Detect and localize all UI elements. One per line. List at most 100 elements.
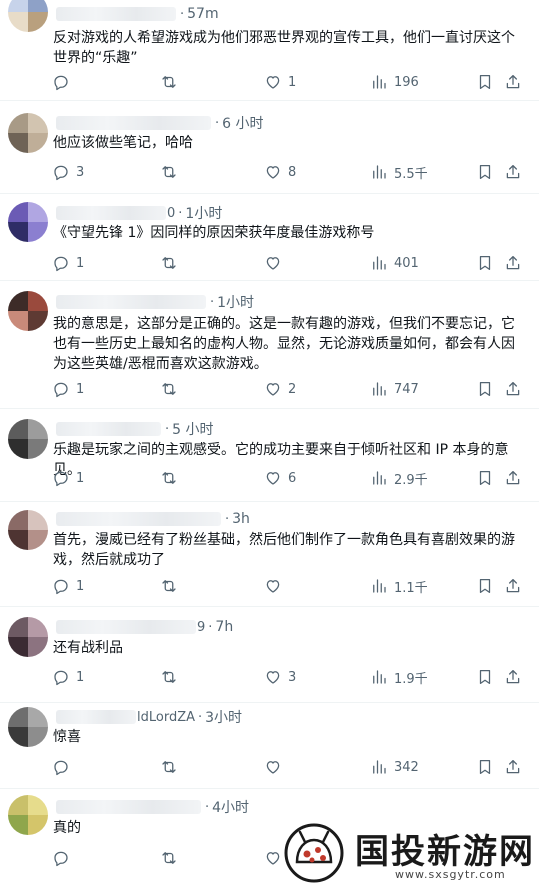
reply-tweet[interactable]: 0 · 1小时 《守望先锋 1》因同样的原因荣获年度最佳游戏称号 1 401 xyxy=(0,194,539,281)
retweet-button[interactable] xyxy=(160,379,184,399)
views-button[interactable]: 1.9千 xyxy=(370,667,428,687)
retweet-button[interactable] xyxy=(160,468,184,488)
avatar[interactable] xyxy=(8,617,48,657)
share-button[interactable] xyxy=(504,576,522,596)
avatar[interactable] xyxy=(8,510,48,550)
bookmark-button[interactable] xyxy=(476,757,494,777)
bookmark-button[interactable] xyxy=(476,162,494,182)
avatar[interactable] xyxy=(8,113,48,153)
view-count: 747 xyxy=(394,381,419,397)
reply-button[interactable] xyxy=(52,848,76,868)
like-button[interactable]: 8 xyxy=(264,162,296,182)
views-button[interactable]: 2.9千 xyxy=(370,468,428,488)
bookmark-button[interactable] xyxy=(476,379,494,399)
blurred-username[interactable] xyxy=(56,620,196,634)
retweet-button[interactable] xyxy=(160,253,184,273)
like-count: 6 xyxy=(288,470,297,486)
reply-button[interactable]: 3 xyxy=(52,162,84,182)
blurred-username[interactable] xyxy=(56,7,176,21)
reply-tweet[interactable]: ldLordZA · 3小时 惊喜 342 xyxy=(0,703,539,789)
avatar[interactable] xyxy=(8,707,48,747)
share-button[interactable] xyxy=(504,667,522,687)
separator-dot: · xyxy=(205,799,210,815)
timestamp[interactable]: 6 小时 xyxy=(222,113,263,133)
tweet-header: 9 · 7h xyxy=(56,617,233,637)
views-button[interactable]: 747 xyxy=(370,379,419,399)
share-button[interactable] xyxy=(504,253,522,273)
reply-tweet[interactable]: · 57m 反对游戏的人希望游戏成为他们邪恶世界观的宣传工具，他们一直讨厌这个世… xyxy=(0,0,539,101)
timestamp[interactable]: 5 小时 xyxy=(172,419,213,439)
bookmark-button[interactable] xyxy=(476,72,494,92)
reply-tweet[interactable]: · 6 小时 他应该做些笔记，哈哈 3 8 5.5千 xyxy=(0,101,539,194)
timestamp[interactable]: 1小时 xyxy=(217,292,254,312)
avatar-tile xyxy=(28,815,48,835)
share-button[interactable] xyxy=(504,162,522,182)
like-button[interactable]: 3 xyxy=(264,667,296,687)
avatar[interactable] xyxy=(8,0,48,32)
avatar[interactable] xyxy=(8,419,48,459)
views-button[interactable]: 342 xyxy=(370,757,419,777)
reply-button[interactable]: 1 xyxy=(52,468,84,488)
reply-button[interactable]: 1 xyxy=(52,253,84,273)
like-button[interactable] xyxy=(264,253,288,273)
share-icon xyxy=(506,74,520,89)
timestamp[interactable]: 7h xyxy=(215,619,233,635)
avatar-tile xyxy=(8,113,28,133)
share-button[interactable] xyxy=(504,757,522,777)
avatar[interactable] xyxy=(8,795,48,835)
views-button[interactable]: 401 xyxy=(370,253,419,273)
views-button[interactable]: 5.5千 xyxy=(370,162,428,182)
timestamp[interactable]: 57m xyxy=(187,6,218,22)
blurred-username[interactable] xyxy=(56,206,166,220)
blurred-username[interactable] xyxy=(56,512,221,526)
blurred-username[interactable] xyxy=(56,295,206,309)
retweet-icon xyxy=(162,671,176,683)
reply-tweet[interactable]: · 5 小时 乐趣是玩家之间的主观感受。它的成功主要来自于倾听社区和 IP 本身… xyxy=(0,409,539,502)
retweet-button[interactable] xyxy=(160,667,184,687)
avatar[interactable] xyxy=(8,291,48,331)
reply-button[interactable]: 1 xyxy=(52,667,84,687)
blurred-username[interactable] xyxy=(56,422,161,436)
timestamp[interactable]: 1小时 xyxy=(185,203,222,223)
retweet-button[interactable] xyxy=(160,72,184,92)
like-button[interactable] xyxy=(264,757,288,777)
retweet-button[interactable] xyxy=(160,576,184,596)
reply-tweet[interactable]: · 3h 首先，漫威已经有了粉丝基础，然后他们制作了一款角色具有喜剧效果的游戏，… xyxy=(0,502,539,607)
share-button[interactable] xyxy=(504,468,522,488)
retweet-button[interactable] xyxy=(160,162,184,182)
reply-button[interactable] xyxy=(52,72,76,92)
bookmark-button[interactable] xyxy=(476,253,494,273)
timestamp[interactable]: 3小时 xyxy=(205,707,242,727)
bookmark-button[interactable] xyxy=(476,576,494,596)
reply-button[interactable]: 1 xyxy=(52,379,84,399)
avatar-tile xyxy=(28,311,48,331)
avatar-tile xyxy=(8,419,28,439)
blurred-username[interactable] xyxy=(56,800,201,814)
views-button[interactable]: 196 xyxy=(370,72,419,92)
reply-button[interactable]: 1 xyxy=(52,576,84,596)
avatar-tile xyxy=(28,617,48,637)
reply-button[interactable] xyxy=(52,757,76,777)
bookmark-button[interactable] xyxy=(476,468,494,488)
timestamp[interactable]: 3h xyxy=(232,511,250,527)
tweet-header: · 6 小时 xyxy=(56,113,264,133)
share-button[interactable] xyxy=(504,379,522,399)
retweet-button[interactable] xyxy=(160,757,184,777)
blurred-username[interactable] xyxy=(56,116,211,130)
reply-tweet[interactable]: 9 · 7h 还有战利品 1 3 1.9千 xyxy=(0,607,539,703)
handle-tail: 0 xyxy=(167,205,176,221)
share-button[interactable] xyxy=(504,72,522,92)
blurred-username[interactable] xyxy=(56,710,136,724)
like-button[interactable]: 1 xyxy=(264,72,296,92)
like-button[interactable] xyxy=(264,576,288,596)
action-bar: 342 xyxy=(52,757,527,777)
like-button[interactable]: 2 xyxy=(264,379,296,399)
bookmark-button[interactable] xyxy=(476,667,494,687)
retweet-button[interactable] xyxy=(160,848,184,868)
timestamp[interactable]: 4小时 xyxy=(212,797,249,817)
reply-icon xyxy=(54,165,68,181)
reply-tweet[interactable]: · 1小时 我的意思是，这部分是正确的。这是一款有趣的游戏，但我们不要忘记，它也… xyxy=(0,281,539,409)
views-button[interactable]: 1.1千 xyxy=(370,576,428,596)
like-button[interactable]: 6 xyxy=(264,468,296,488)
avatar[interactable] xyxy=(8,202,48,242)
